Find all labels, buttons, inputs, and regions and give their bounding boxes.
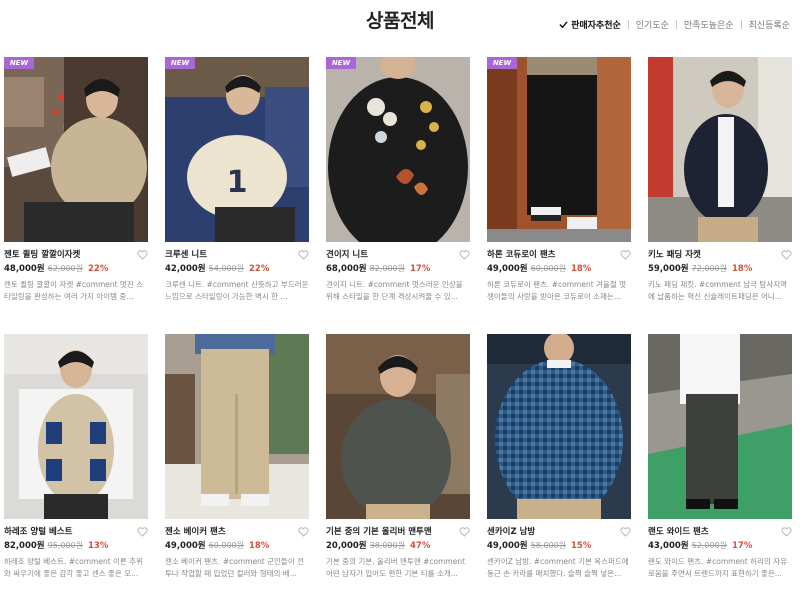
discount-rate: 15% xyxy=(570,541,592,551)
original-price: 54,000원 xyxy=(208,264,244,273)
heart-icon[interactable] xyxy=(459,250,470,260)
sort-options: 판매자추천순 인기도순 만족도높은순 최신등록순 xyxy=(559,18,790,31)
discount-rate: 22% xyxy=(248,264,270,274)
product-price: 82,000원 xyxy=(4,541,45,551)
product-image[interactable]: NEW xyxy=(4,57,148,242)
product-name[interactable]: 크루센 니트 xyxy=(165,249,309,261)
divider xyxy=(740,20,742,29)
product-name[interactable]: 젠토 퀼팅 깔깔이자켓 xyxy=(4,249,148,261)
discount-rate: 17% xyxy=(731,541,753,551)
heart-icon[interactable] xyxy=(298,527,309,537)
check-icon xyxy=(559,21,568,29)
product-description: 키노 패딩 재킷. #comment 남극 탐사지역에 납품하는 혁신 신슐레이… xyxy=(648,280,788,301)
product-name[interactable]: 하레조 양털 베스트 xyxy=(4,526,148,538)
product-description: 견이지 니트. #comment 멋스러운 인상을 위해 스타일을 한 단계 격… xyxy=(326,280,463,301)
product-photo xyxy=(4,334,148,519)
product-name[interactable]: 센카이Z 남방 xyxy=(487,526,631,538)
product-description: 센카이Z 남방. #comment 기본 옥스퍼드에 동근 손 카라를 매치했다… xyxy=(487,557,629,578)
original-price: 60,000원 xyxy=(208,541,244,550)
sort-recommended[interactable]: 판매자추천순 xyxy=(559,18,621,31)
product-image[interactable] xyxy=(648,334,792,519)
sort-label: 판매자추천순 xyxy=(571,21,621,31)
heart-icon[interactable] xyxy=(781,527,792,537)
heart-icon[interactable] xyxy=(781,250,792,260)
sort-label: 최신등록순 xyxy=(748,21,790,31)
heart-icon[interactable] xyxy=(137,250,148,260)
product-image[interactable] xyxy=(648,57,792,242)
product-description: 젠소 베이커 팬츠. #comment 군인들이 전투나 작업할 때 입었던 컬… xyxy=(165,557,305,578)
sort-newest[interactable]: 최신등록순 xyxy=(749,18,790,31)
product-price: 48,000원 xyxy=(4,264,45,274)
sort-satisfaction[interactable]: 만족도높은순 xyxy=(684,18,734,31)
discount-rate: 17% xyxy=(409,264,431,274)
product-image[interactable]: NEW xyxy=(326,57,470,242)
sort-label: 만족도높은순 xyxy=(683,21,734,31)
heart-icon[interactable] xyxy=(459,527,470,537)
product-description: 하레조 양털 베스트. #comment 이른 추위와 싸우기에 좋은 감각 좋… xyxy=(4,557,144,578)
discount-rate: 22% xyxy=(87,264,109,274)
heart-icon[interactable] xyxy=(137,527,148,537)
original-price: 82,000원 xyxy=(369,264,405,273)
product-description: 기본 중의 기본, 올리버 맨투맨 #comment 어떤 남자가 입어도 편한… xyxy=(326,557,466,578)
divider xyxy=(675,20,677,29)
heart-icon[interactable] xyxy=(620,527,631,537)
original-price: 52,000원 xyxy=(691,541,727,550)
original-price: 95,000원 xyxy=(47,541,83,550)
product-image[interactable] xyxy=(487,334,631,519)
product-description: 크루센 니트. #comment 산뜻하고 부드러운 느낌으로 스타일링이 가능… xyxy=(165,280,309,301)
svg-text:1: 1 xyxy=(227,165,248,200)
product-description: 랜도 와이드 팬츠. #comment 허리의 자유로움을 주면서 트렌드까지 … xyxy=(648,557,788,578)
product-photo xyxy=(165,334,309,519)
product-description: 하론 코듀로이 팬츠. #comment 겨울철 멋쟁이들의 사랑을 받아온 코… xyxy=(487,280,627,301)
discount-rate: 18% xyxy=(731,264,753,274)
discount-rate: 47% xyxy=(409,541,431,551)
product-name[interactable]: 키노 패딩 자켓 xyxy=(648,249,792,261)
product-name[interactable]: 젠소 베이커 팬츠 xyxy=(165,526,309,538)
product-price: 20,000원 xyxy=(326,541,367,551)
discount-rate: 18% xyxy=(570,264,592,274)
product-price: 42,000원 xyxy=(165,264,206,274)
original-price: 72,000원 xyxy=(691,264,727,273)
new-badge: NEW xyxy=(487,57,517,69)
heart-icon[interactable] xyxy=(620,250,631,260)
heart-icon[interactable] xyxy=(298,250,309,260)
product-price: 43,000원 xyxy=(648,541,689,551)
product-price: 49,000원 xyxy=(487,264,528,274)
product-photo xyxy=(326,334,470,519)
product-photo xyxy=(487,57,631,242)
original-price: 58,000원 xyxy=(530,541,566,550)
original-price: 38,000원 xyxy=(369,541,405,550)
product-photo: 1 xyxy=(165,57,309,242)
product-photo xyxy=(487,334,631,519)
product-image[interactable]: NEW xyxy=(487,57,631,242)
sort-popularity[interactable]: 인기도순 xyxy=(636,18,669,31)
product-price: 49,000원 xyxy=(487,541,528,551)
discount-rate: 13% xyxy=(87,541,109,551)
new-badge: NEW xyxy=(165,57,195,69)
product-description: 젠토 퀼팅 깔깔이 자켓 #comment 멋진 스타일링을 완성하는 여러 가… xyxy=(4,280,144,301)
product-image[interactable] xyxy=(165,334,309,519)
product-image[interactable]: 1 NEW xyxy=(165,57,309,242)
divider xyxy=(627,20,629,29)
product-photo xyxy=(648,334,792,519)
product-name[interactable]: 하론 코듀로이 팬츠 xyxy=(487,249,631,261)
sort-label: 인기도순 xyxy=(635,21,669,31)
product-photo xyxy=(4,57,148,242)
product-photo xyxy=(326,57,470,242)
new-badge: NEW xyxy=(4,57,34,69)
original-price: 62,000원 xyxy=(47,264,83,273)
product-price: 49,000원 xyxy=(165,541,206,551)
product-image[interactable] xyxy=(4,334,148,519)
new-badge: NEW xyxy=(326,57,356,69)
discount-rate: 18% xyxy=(248,541,270,551)
product-photo xyxy=(648,57,792,242)
product-name[interactable]: 랜도 와이드 팬츠 xyxy=(648,526,792,538)
product-image[interactable] xyxy=(326,334,470,519)
product-price: 68,000원 xyxy=(326,264,367,274)
original-price: 60,000원 xyxy=(530,264,566,273)
product-price: 59,000원 xyxy=(648,264,689,274)
product-name[interactable]: 견이지 니트 xyxy=(326,249,470,261)
product-name[interactable]: 기본 중의 기본 올리버 맨투맨 xyxy=(326,526,470,538)
